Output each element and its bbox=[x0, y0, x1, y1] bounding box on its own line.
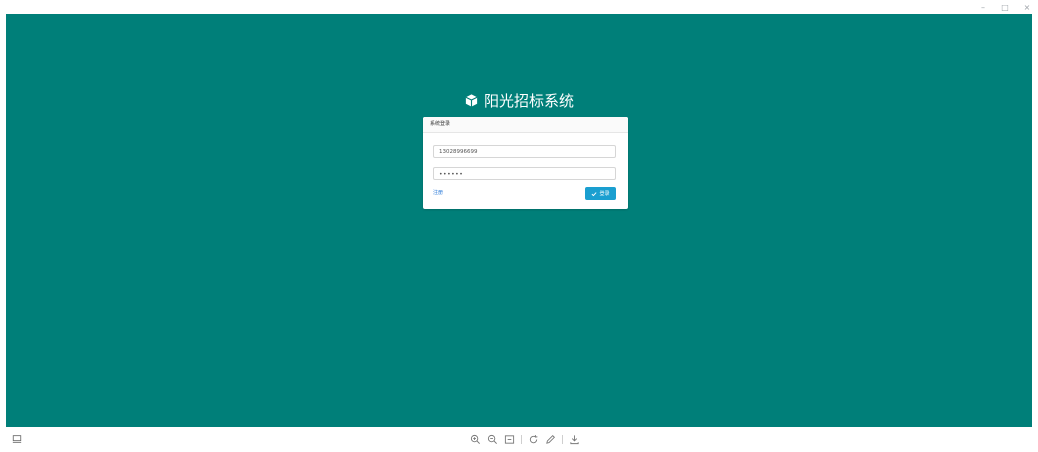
maximize-button[interactable]: □ bbox=[1000, 3, 1010, 12]
monitor-icon[interactable] bbox=[12, 434, 22, 444]
window-controls: – □ × bbox=[978, 1, 1032, 13]
window-titlebar: – □ × bbox=[0, 0, 1038, 14]
toolbar-separator bbox=[521, 435, 522, 444]
login-button[interactable]: 登录 bbox=[585, 187, 616, 200]
system-title: 阳光招标系统 bbox=[6, 90, 1032, 111]
rotate-icon[interactable] bbox=[528, 434, 539, 445]
page-viewport: 阳光招标系统 系统登录 13028996699 •••••• 注册 登录 bbox=[6, 14, 1032, 427]
zoom-out-icon[interactable] bbox=[487, 434, 498, 445]
viewer-toolbar bbox=[470, 433, 580, 446]
download-icon[interactable] bbox=[569, 434, 580, 445]
login-button-label: 登录 bbox=[599, 191, 610, 197]
viewer-bottom-bar bbox=[0, 427, 1038, 452]
system-title-text: 阳光招标系统 bbox=[483, 92, 574, 110]
check-icon bbox=[591, 191, 597, 197]
close-button[interactable]: × bbox=[1022, 3, 1032, 12]
edit-icon[interactable] bbox=[545, 434, 556, 445]
register-link[interactable]: 注册 bbox=[433, 189, 443, 196]
login-panel: 系统登录 13028996699 •••••• 注册 登录 bbox=[423, 117, 628, 209]
login-panel-header: 系统登录 bbox=[423, 117, 628, 133]
password-input[interactable]: •••••• bbox=[433, 167, 616, 180]
minimize-button[interactable]: – bbox=[978, 3, 988, 12]
zoom-in-icon[interactable] bbox=[470, 434, 481, 445]
cube-icon bbox=[464, 93, 479, 108]
toolbar-separator bbox=[562, 435, 563, 444]
username-input[interactable]: 13028996699 bbox=[433, 145, 616, 158]
fit-screen-icon[interactable] bbox=[504, 434, 515, 445]
